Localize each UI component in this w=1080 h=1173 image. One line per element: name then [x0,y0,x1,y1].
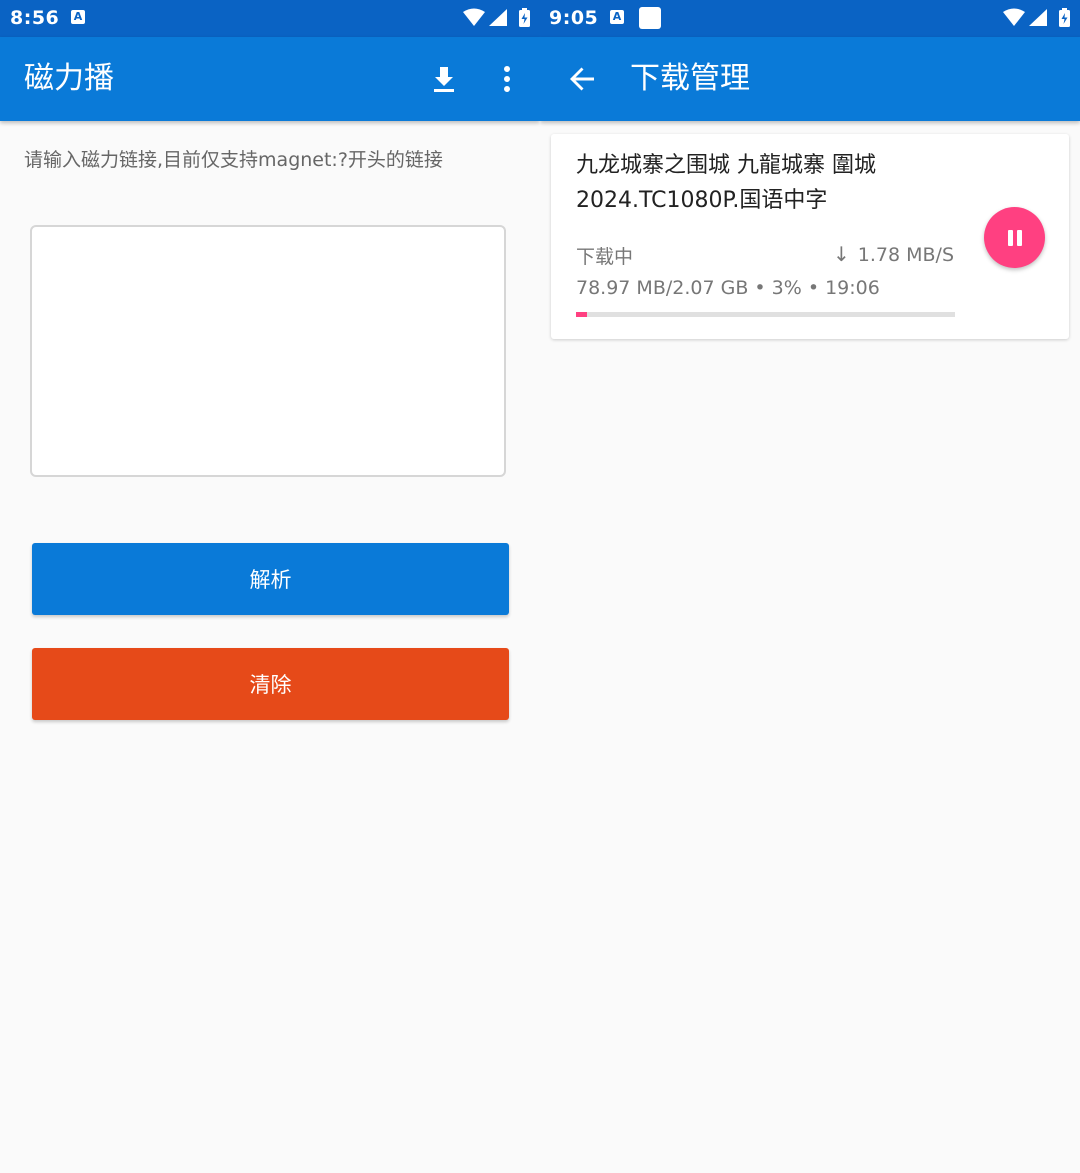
download-progress-fill [576,312,588,317]
status-time: 8:56 [10,7,60,29]
status-icons [1002,8,1074,28]
wifi-signal-battery-icon [1003,8,1070,27]
download-speed: 1.78 MB/S [857,244,954,266]
wifi-signal-battery-icon [463,8,530,27]
download-title-line1: 九龙城寨之围城 九龍城寨 圍城 [576,153,876,178]
clear-button[interactable]: 清除 [32,648,509,720]
app-title: 磁力播 [24,61,114,96]
parse-button[interactable]: 解析 [32,543,509,615]
more-options-button[interactable] [487,59,527,99]
page-title: 下载管理 [630,61,750,96]
magnet-link-input[interactable] [30,225,506,477]
input-hint: 请输入磁力链接,目前仅支持magnet:?开头的链接 [24,149,443,171]
status-bar: 9:05 A [540,0,1080,37]
download-button[interactable] [424,59,464,99]
notification-icon: A [610,10,624,24]
download-manager-screen: 9:05 A 下载管理 九龙城寨之围城 九龍城寨 圍城 2024.TC1080P… [540,0,1080,1173]
screenshot-composite: 8:56 A 磁力播 请输入磁力链接,目前仅支持magnet:?开头的链接 解析… [0,0,1080,1173]
pause-icon [1007,229,1022,246]
download-status: 下载中 [576,246,634,268]
app-bar: 磁力播 [0,37,540,121]
status-bar: 8:56 A [0,0,540,37]
notification-square-icon [639,7,661,29]
status-time: 9:05 [549,7,599,29]
download-speed-row: ↓ 1.78 MB/S [831,242,954,266]
status-icons [462,8,534,28]
magnet-input-screen: 8:56 A 磁力播 请输入磁力链接,目前仅支持magnet:?开头的链接 解析… [0,0,540,1173]
download-icon [434,67,454,92]
back-button[interactable] [562,59,602,99]
download-item-card[interactable]: 九龙城寨之围城 九龍城寨 圍城 2024.TC1080P.国语中字 下载中 ↓ 1… [551,134,1069,339]
download-arrow-icon: ↓ [833,242,850,266]
download-title-line2: 2024.TC1080P.国语中字 [576,188,828,213]
download-progress-text: 78.97 MB/2.07 GB • 3% • 19:06 [576,277,880,299]
pause-button[interactable] [984,207,1045,268]
app-bar: 下载管理 [540,37,1080,121]
arrow-back-icon [570,67,594,91]
download-title: 九龙城寨之围城 九龍城寨 圍城 2024.TC1080P.国语中字 [576,148,916,218]
notification-icon: A [71,10,85,24]
more-vert-icon [504,66,510,92]
download-progress-bar [576,312,955,317]
